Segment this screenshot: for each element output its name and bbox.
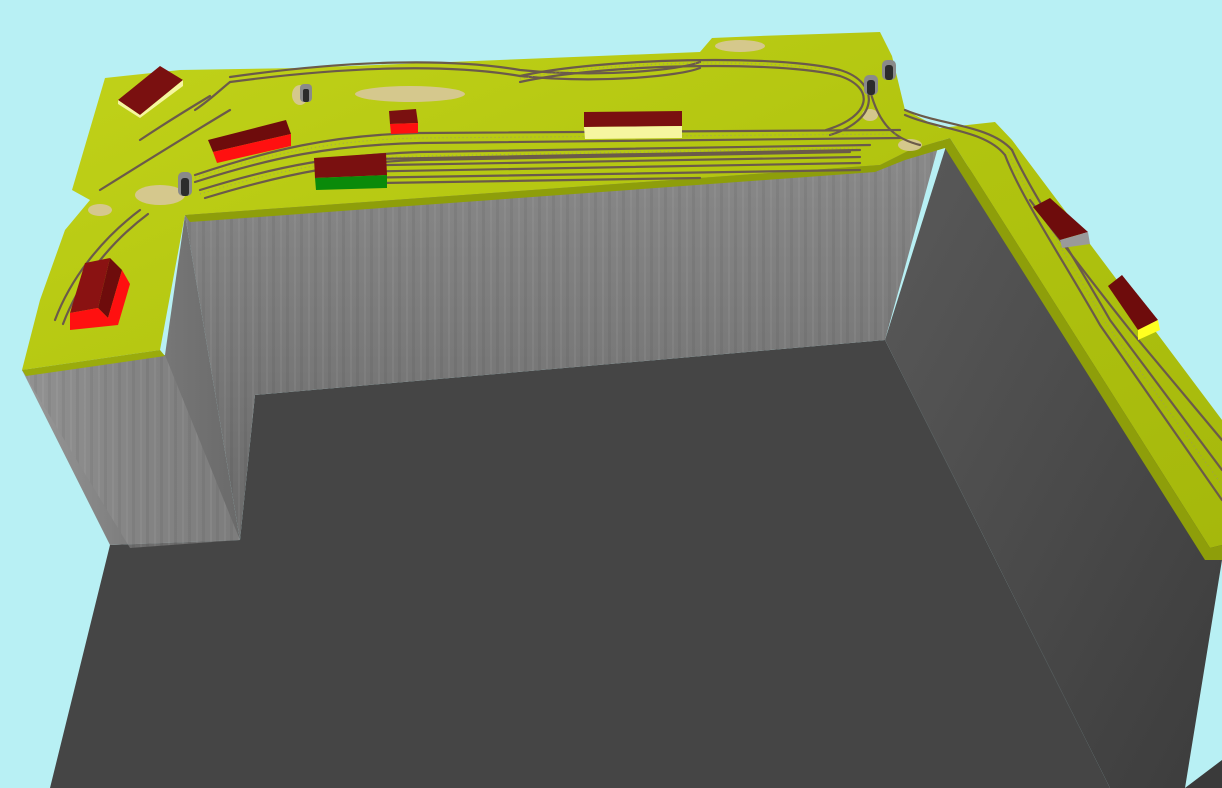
- 3d-viewport[interactable]: [0, 0, 1222, 788]
- station-main: [584, 111, 682, 139]
- layout-scene: [22, 32, 1222, 788]
- small-hut: [389, 109, 418, 134]
- goods-shed-center: [314, 153, 387, 190]
- right-wall-lower: [1185, 760, 1222, 788]
